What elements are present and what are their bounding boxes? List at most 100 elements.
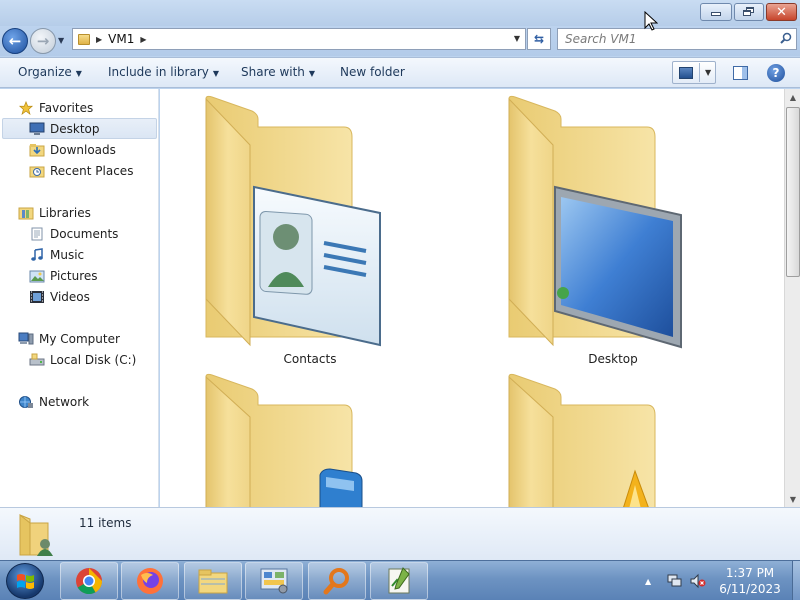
recent-pages-dropdown[interactable]: ▼ <box>58 36 64 45</box>
new-folder-button[interactable]: New folder <box>340 65 405 79</box>
breadcrumb-chevron-icon[interactable]: ▶ <box>96 35 102 44</box>
chevron-down-icon: ▼ <box>212 69 220 78</box>
include-in-library-menu[interactable]: Include in library ▼ <box>108 65 219 79</box>
nav-item-label: Local Disk (C:) <box>50 352 137 367</box>
share-with-menu[interactable]: Share with ▼ <box>241 65 315 79</box>
restore-button[interactable] <box>734 3 764 21</box>
windows-logo-icon <box>17 574 34 589</box>
show-hidden-icons-button[interactable]: ▲ <box>645 561 651 600</box>
navigation-pane: Favorites Desktop Downloads Recent Place… <box>0 89 159 507</box>
nav-item-label: Music <box>50 247 85 262</box>
computer-icon <box>18 332 34 344</box>
title-bar: ✕ <box>0 0 800 26</box>
nav-my-computer[interactable]: My Computer <box>18 328 120 349</box>
folder-details-icon <box>19 513 53 556</box>
search-input[interactable] <box>558 29 768 49</box>
organize-menu[interactable]: Organize ▼ <box>18 65 82 79</box>
nav-libraries[interactable]: Libraries <box>18 202 91 223</box>
network-icon <box>19 395 33 408</box>
folder-item[interactable] <box>200 373 420 507</box>
folder-item[interactable] <box>503 373 723 507</box>
include-in-library-label: Include in library <box>108 65 209 79</box>
nav-item-label: Desktop <box>50 121 100 136</box>
nav-item-label: Downloads <box>50 142 116 157</box>
folder-item-desktop[interactable]: Desktop <box>503 95 723 367</box>
scroll-thumb[interactable] <box>786 107 800 277</box>
scroll-up-button[interactable]: ▲ <box>785 89 800 105</box>
nav-item-desktop[interactable]: Desktop <box>2 118 157 139</box>
local-disk-icon <box>29 353 45 365</box>
nav-libraries-label: Libraries <box>39 205 91 220</box>
breadcrumb-chevron-icon[interactable]: ▶ <box>140 35 146 44</box>
minimize-icon <box>711 12 721 16</box>
firefox-icon <box>137 568 163 594</box>
nav-item-label: Recent Places <box>50 163 134 178</box>
change-view-button[interactable]: ▼ <box>672 61 716 84</box>
volume-muted-icon[interactable] <box>690 573 706 589</box>
libraries-icon <box>18 207 34 219</box>
help-icon: ? <box>772 66 780 80</box>
nav-item-label: Documents <box>50 226 119 241</box>
forward-button[interactable]: → <box>30 28 56 54</box>
refresh-icon: ⇆ <box>533 32 545 46</box>
item-count: 11 items <box>79 516 132 530</box>
folder-icon <box>205 373 363 507</box>
nav-item-label: Videos <box>50 289 90 304</box>
clock-time: 1:37 PM <box>725 566 775 580</box>
close-button[interactable]: ✕ <box>766 3 797 21</box>
nav-item-videos[interactable]: Videos <box>29 286 90 307</box>
taskbar-search-tool[interactable] <box>308 562 366 600</box>
help-button[interactable]: ? <box>767 64 785 82</box>
command-bar: Organize ▼ Include in library ▼ Share with… <box>0 57 800 88</box>
chevron-down-icon[interactable]: ▼ <box>705 68 711 77</box>
desktop-icon <box>29 122 45 135</box>
address-bar[interactable]: ▶ VM1 ▶ ▼ <box>72 28 526 50</box>
vertical-scrollbar[interactable]: ▲ ▼ <box>784 89 800 507</box>
nav-item-downloads[interactable]: Downloads <box>29 139 116 160</box>
nav-item-documents[interactable]: Documents <box>29 223 118 244</box>
taskbar-control-panel[interactable] <box>245 562 303 600</box>
nav-item-label: Pictures <box>50 268 98 283</box>
downloads-folder-icon <box>29 143 45 156</box>
nav-network-label: Network <box>39 394 90 409</box>
start-button[interactable] <box>6 563 44 599</box>
taskbar: ▲ 1:37 PM 6/11/2023 <box>0 560 800 600</box>
nav-favorites-label: Favorites <box>39 100 94 115</box>
back-button[interactable]: ← <box>2 28 28 54</box>
nav-item-local-disk[interactable]: Local Disk (C:) <box>29 349 136 370</box>
close-icon: ✕ <box>776 4 787 20</box>
nav-item-pictures[interactable]: Pictures <box>29 265 98 286</box>
system-clock[interactable]: 1:37 PM 6/11/2023 <box>712 565 788 597</box>
folder-item-contacts[interactable]: Contacts <box>200 95 420 367</box>
taskbar-notepad[interactable] <box>370 562 428 600</box>
nav-item-music[interactable]: Music <box>29 244 84 265</box>
clock-date: 6/11/2023 <box>719 582 781 596</box>
refresh-button[interactable]: ⇆ <box>527 28 551 50</box>
nav-favorites[interactable]: Favorites <box>18 97 93 118</box>
taskbar-file-explorer[interactable] <box>184 562 242 600</box>
mouse-cursor-icon <box>644 11 658 31</box>
minimize-button[interactable] <box>700 3 732 21</box>
taskbar-chrome[interactable] <box>60 562 118 600</box>
documents-icon <box>31 227 43 240</box>
folder-icon <box>508 373 656 507</box>
address-history-dropdown[interactable]: ▼ <box>514 34 520 43</box>
show-desktop-button[interactable] <box>792 561 800 600</box>
network-status-icon[interactable] <box>667 573 683 589</box>
nav-item-recent-places[interactable]: Recent Places <box>29 160 133 181</box>
taskbar-firefox[interactable] <box>121 562 179 600</box>
folder-label: Contacts <box>283 352 337 366</box>
chrome-icon <box>76 568 103 595</box>
scroll-down-button[interactable]: ▼ <box>785 491 800 507</box>
nav-network[interactable]: Network <box>18 391 89 412</box>
search-icon[interactable] <box>780 32 792 44</box>
details-pane: 11 items <box>0 507 800 560</box>
chevron-down-icon: ▼ <box>308 69 316 78</box>
breadcrumb-vm1[interactable]: VM1 <box>108 32 134 46</box>
videos-icon <box>30 290 44 303</box>
contacts-folder-icon <box>205 95 381 347</box>
preview-pane-button[interactable] <box>733 66 748 80</box>
organize-label: Organize <box>18 65 72 79</box>
view-icon <box>679 66 693 79</box>
desktop-folder-icon <box>508 95 682 349</box>
